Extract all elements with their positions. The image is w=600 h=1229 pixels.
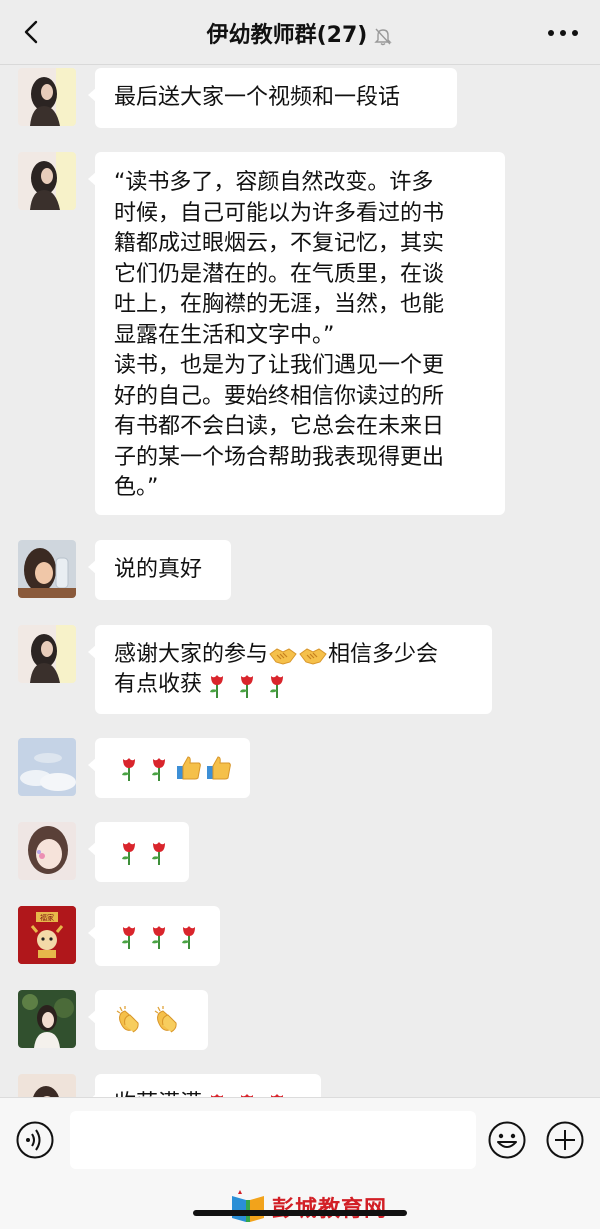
avatar-girl-long-hair xyxy=(18,152,76,210)
rose-icon xyxy=(122,758,135,781)
avatar[interactable]: 福家 xyxy=(18,906,76,964)
input-bar: 彭城教育网 xyxy=(0,1097,600,1229)
clapping-hands-icon xyxy=(116,1006,139,1033)
home-indicator xyxy=(193,1210,407,1216)
watermark-text: 彭城教育网 xyxy=(272,1191,387,1223)
thumbs-up-icon xyxy=(177,756,201,780)
message-list[interactable]: 最后送大家一个视频和一段话 “读书多了，容颜自然改变。许多 时候，自己可能以为许… xyxy=(0,65,600,1097)
rose-icon xyxy=(182,926,195,949)
message-bubble[interactable] xyxy=(88,990,208,1050)
avatar[interactable] xyxy=(18,625,76,683)
rose-icon xyxy=(152,758,165,781)
message-text: 相信多少会 xyxy=(328,642,439,667)
emoji-line xyxy=(114,1005,182,1035)
bell-muted-icon xyxy=(374,28,393,46)
thumbs-up-icon xyxy=(207,756,231,780)
message-text: 感谢大家的参与 xyxy=(114,642,269,667)
message-line: 有点收获 xyxy=(114,670,292,700)
message-text: 有点收获 xyxy=(114,672,203,697)
message-input[interactable] xyxy=(70,1111,476,1169)
avatar-red-card-mascot: 福家 xyxy=(18,906,76,964)
message-line: 感谢大家的参与 相信多少会 xyxy=(114,640,438,670)
rose-icon xyxy=(122,926,135,949)
emoji-line xyxy=(114,921,204,951)
message-bubble[interactable] xyxy=(88,906,220,966)
chat-header: 伊幼教师群(27) xyxy=(0,0,600,65)
avatar-child-drinking xyxy=(18,540,76,598)
message-bubble[interactable]: 最后送大家一个视频和一段话 xyxy=(88,68,457,128)
rose-icon xyxy=(271,1094,284,1097)
watermark-logo: 彭城教育网 xyxy=(228,1188,388,1224)
rose-icon xyxy=(240,675,254,698)
avatar-caption: 福家 xyxy=(40,913,54,922)
avatar-girl-flowers xyxy=(18,990,76,1048)
message-bubble[interactable]: 感谢大家的参与 相信多少会 有点收获 xyxy=(88,625,492,714)
group-name: 伊幼教师群(27) xyxy=(206,23,368,48)
rose-icon xyxy=(211,1094,224,1097)
handshake-icon xyxy=(299,648,327,665)
handshake-icon xyxy=(269,648,297,665)
avatar[interactable] xyxy=(18,540,76,598)
clapping-hands-icon xyxy=(154,1006,177,1033)
rose-icon xyxy=(270,675,284,698)
emoji-line xyxy=(114,837,174,867)
message-bubble[interactable] xyxy=(88,822,189,882)
avatar[interactable] xyxy=(18,738,76,796)
message-text: 说的真好 xyxy=(114,557,203,582)
rose-icon xyxy=(152,926,165,949)
rose-icon xyxy=(152,842,165,865)
voice-icon[interactable] xyxy=(15,1120,55,1160)
message-text: 最后送大家一个视频和一段话 xyxy=(114,85,401,110)
book-logo-icon xyxy=(232,1190,264,1222)
avatar[interactable] xyxy=(18,990,76,1048)
message-bubble[interactable] xyxy=(88,738,250,798)
emoji-line xyxy=(114,753,234,783)
rose-icon xyxy=(241,1094,254,1097)
avatar-girl-long-hair xyxy=(18,68,76,126)
avatar-girl-face-paint xyxy=(18,822,76,880)
rose-icon xyxy=(122,842,135,865)
more-dots-icon[interactable] xyxy=(548,30,578,36)
avatar[interactable] xyxy=(18,152,76,210)
emoji-smile-icon[interactable] xyxy=(487,1120,527,1160)
message-text: 收获满满 xyxy=(114,1089,202,1097)
plus-icon[interactable] xyxy=(545,1120,585,1160)
message-bubble[interactable]: 收获满满 xyxy=(88,1074,321,1097)
chat-title: 伊幼教师群(27) xyxy=(0,17,600,49)
avatar-sky-clouds xyxy=(18,738,76,796)
avatar[interactable] xyxy=(18,1074,76,1097)
message-bubble[interactable]: 说的真好 xyxy=(88,540,231,600)
avatar[interactable] xyxy=(18,822,76,880)
avatar-girl-long-hair xyxy=(18,625,76,683)
avatar[interactable] xyxy=(18,68,76,126)
message-text: “读书多了，容颜自然改变。许多 时候，自己可能以为许多看过的书 籍都成过眼烟云，… xyxy=(114,170,445,500)
avatar-girl-partial xyxy=(18,1074,76,1097)
message-bubble[interactable]: “读书多了，容颜自然改变。许多 时候，自己可能以为许多看过的书 籍都成过眼烟云，… xyxy=(88,152,505,515)
rose-icon xyxy=(210,675,224,698)
message-line: 收获满满 xyxy=(114,1089,292,1097)
